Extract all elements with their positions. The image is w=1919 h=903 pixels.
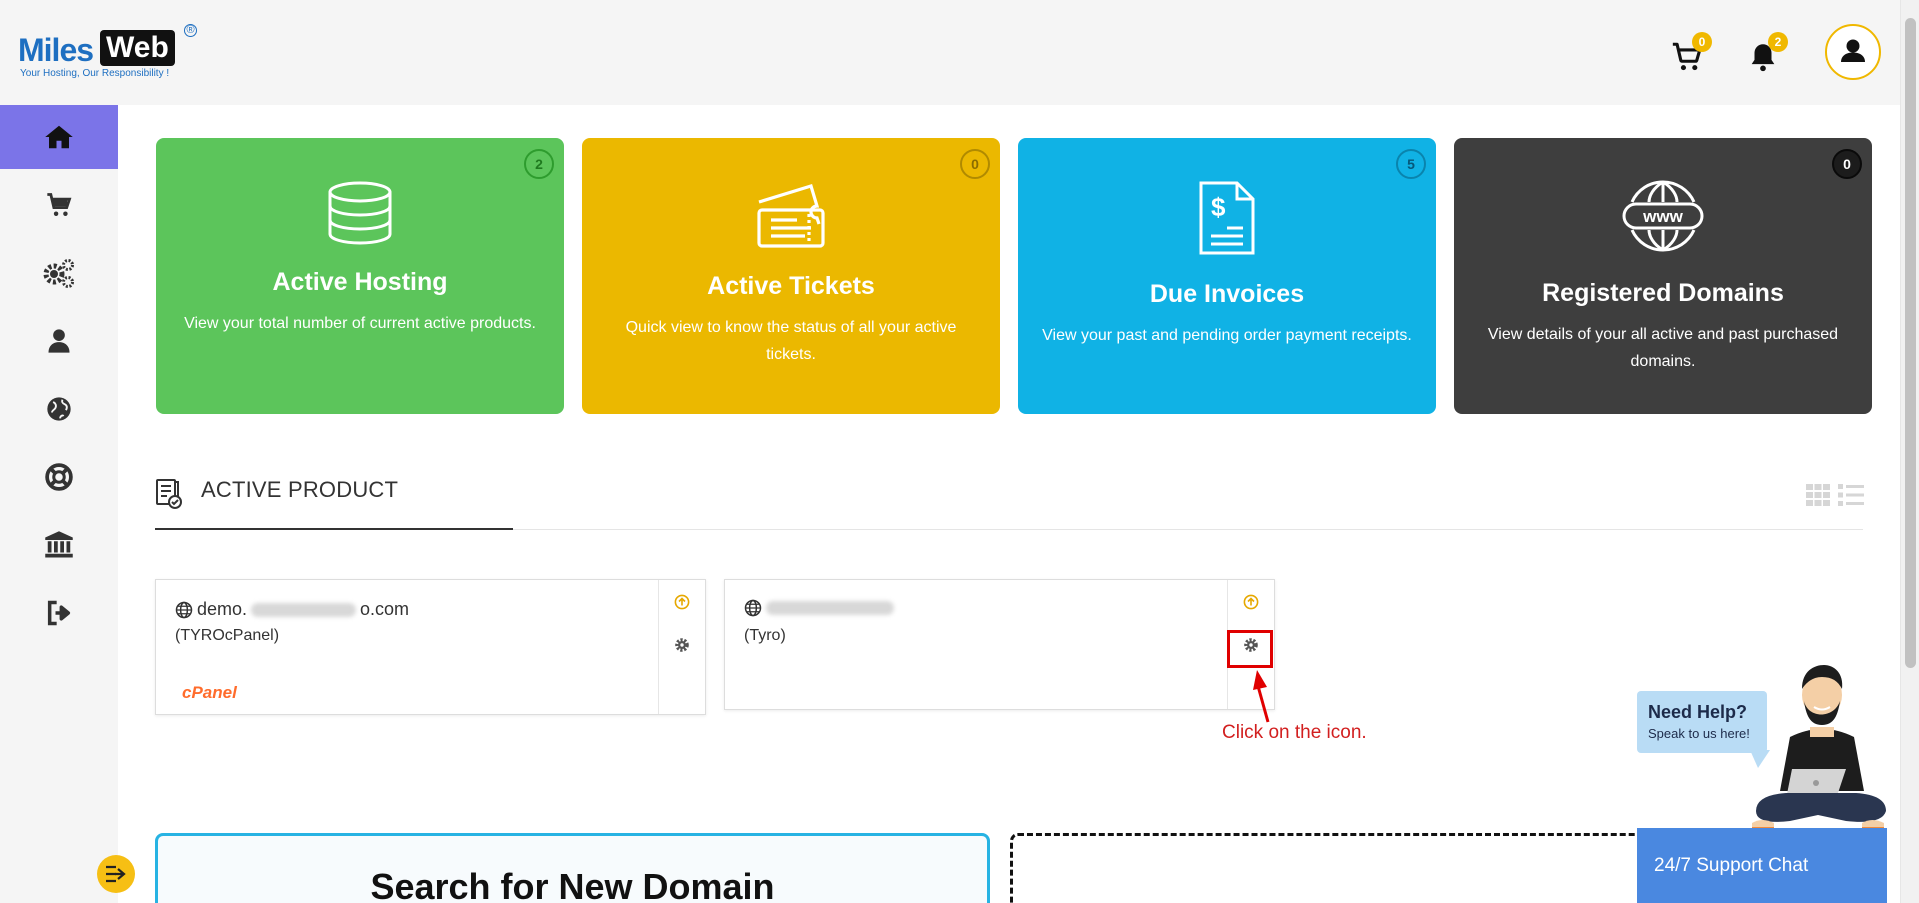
lifebuoy-icon [45, 463, 73, 491]
heading-underline [155, 528, 513, 530]
globe-icon [744, 599, 762, 617]
logo-tagline: Your Hosting, Our Responsibility ! [20, 68, 170, 79]
mileweb-logo[interactable]: Miles Web ® Your Hosting, Our Responsibi… [18, 24, 198, 80]
product-list-icon [156, 479, 182, 509]
upgrade-icon[interactable] [1243, 594, 1259, 610]
active-hosting-desc: View your total number of current active… [184, 315, 536, 332]
active-product-heading: ACTIVE PRODUCT [201, 477, 399, 502]
product-2-plan: (Tyro) [744, 627, 786, 644]
cpanel-logo: cPanel [182, 683, 237, 702]
gears-icon [43, 259, 74, 288]
top-header: Miles Web ® Your Hosting, Our Responsibi… [0, 0, 1900, 105]
notifications-count-badge: 2 [1768, 32, 1788, 52]
highlight-box [1227, 630, 1273, 668]
product-1-domain-prefix: demo. [197, 599, 248, 619]
annotation-arrow [1253, 670, 1270, 723]
globe-icon [175, 601, 193, 618]
redacted-domain [251, 602, 357, 617]
product-1-domain-suffix: o.com [360, 599, 410, 619]
need-help-title: Need Help? [1648, 702, 1748, 722]
cart-button[interactable]: 0 [1670, 32, 1712, 76]
www-icon: www [1622, 180, 1704, 252]
section-divider [513, 529, 1863, 530]
registered-domains-title: Registered Domains [1542, 279, 1784, 307]
sidebar [0, 105, 118, 903]
product-1-actions [658, 580, 705, 714]
card-active-hosting[interactable]: 2 Active Hosting View your total number … [156, 138, 564, 414]
active-tickets-title: Active Tickets [707, 272, 875, 300]
svg-text:$: $ [1211, 192, 1226, 222]
menu-arrow-icon [106, 865, 126, 883]
active-tickets-count-badge: 0 [960, 149, 990, 179]
list-view-icon[interactable] [1838, 484, 1864, 506]
logout-icon [47, 600, 71, 626]
scrollbar-thumb[interactable] [1905, 18, 1916, 668]
cart-count-badge: 0 [1692, 32, 1712, 52]
sidebar-item-profile[interactable] [0, 309, 118, 373]
registered-domains-count-badge: 0 [1832, 149, 1862, 179]
support-chat-button[interactable]: 24/7 Support Chat [1637, 828, 1887, 903]
sidebar-item-logout[interactable] [0, 581, 118, 645]
gear-icon[interactable] [674, 637, 690, 653]
sidebar-toggle-button[interactable] [97, 855, 135, 893]
card-due-invoices[interactable]: 5 $ Due Invoices View your past and pend… [1018, 138, 1436, 414]
redacted-domain [766, 601, 894, 615]
product-card-1[interactable]: demo. o.com (TYROcPanel) cPanel [155, 579, 706, 715]
sidebar-item-home[interactable] [0, 105, 118, 169]
due-invoices-count-badge: 5 [1396, 149, 1426, 179]
sidebar-item-billing[interactable] [0, 513, 118, 577]
home-icon [45, 125, 73, 149]
upgrade-icon[interactable] [674, 594, 690, 610]
sidebar-item-domains[interactable] [0, 377, 118, 441]
tickets-icon [757, 183, 825, 248]
active-hosting-count-badge: 2 [524, 149, 554, 179]
product-1-plan: (TYROcPanel) [175, 627, 280, 644]
notifications-button[interactable]: 2 [1746, 32, 1788, 76]
sidebar-item-services[interactable] [0, 241, 118, 305]
logo-miles-text: Miles [18, 32, 94, 68]
product-1-domain: demo. o.com [175, 599, 409, 620]
active-tickets-desc: Quick view to know the status of all you… [625, 319, 957, 363]
svg-text:www: www [1642, 207, 1683, 226]
bank-icon [45, 531, 73, 558]
dashed-panel [1010, 833, 1650, 903]
database-icon [328, 181, 392, 245]
domain-search-title: Search for New Domain [370, 866, 775, 903]
due-invoices-desc: View your past and pending order payment… [1042, 327, 1412, 344]
card-registered-domains[interactable]: 0 www Registered Domains View details of… [1454, 138, 1872, 414]
user-avatar-button[interactable] [1825, 24, 1881, 80]
support-agent-illustration [1752, 665, 1886, 831]
grid-view-icon[interactable] [1806, 484, 1830, 506]
registered-domains-desc: View details of your all active and past… [1487, 326, 1839, 370]
product-2-domain [744, 599, 894, 617]
sidebar-item-support[interactable] [0, 445, 118, 509]
need-help-subtitle: Speak to us here! [1648, 726, 1750, 741]
need-help-bubble[interactable]: Need Help? Speak to us here! [1637, 691, 1767, 753]
product-card-2[interactable]: (Tyro) [724, 579, 1275, 710]
cart-icon [47, 193, 72, 216]
page-scrollbar[interactable] [1900, 0, 1919, 903]
active-hosting-title: Active Hosting [272, 268, 448, 296]
annotation-note: Click on the icon. [1222, 722, 1367, 743]
sidebar-item-cart[interactable] [0, 173, 118, 237]
globe-icon [47, 397, 71, 421]
logo-web-text: Web [100, 30, 175, 66]
domain-search-panel: Search for New Domain [155, 833, 990, 903]
card-active-tickets[interactable]: 0 Active Tickets Quick view to know the … [582, 138, 1000, 414]
logo-registered-mark: ® [184, 24, 197, 37]
user-icon [1841, 39, 1865, 62]
invoice-icon: $ [1199, 181, 1255, 255]
user-icon [48, 329, 70, 353]
due-invoices-title: Due Invoices [1149, 280, 1305, 308]
